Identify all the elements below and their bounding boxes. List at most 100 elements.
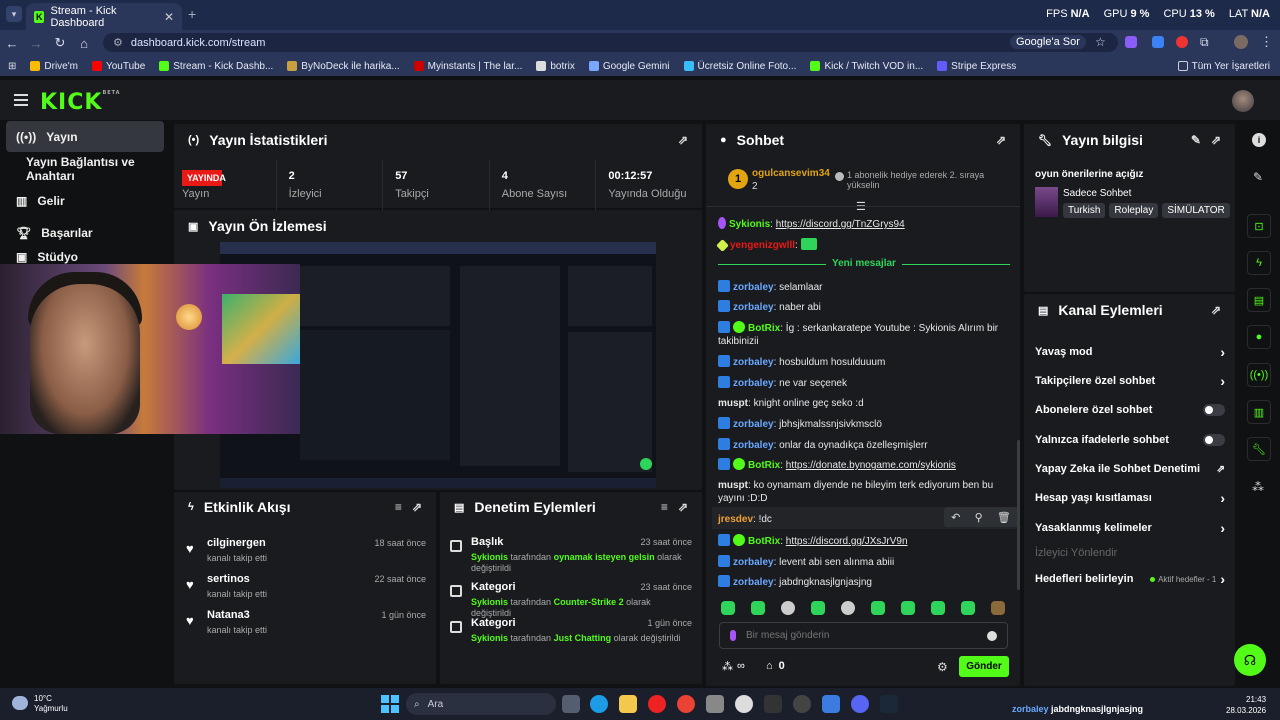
tag-chip[interactable]: Roleplay (1109, 203, 1159, 218)
filter-icon[interactable]: ≡ (395, 500, 402, 514)
site-info-icon[interactable]: ⚙ (113, 36, 123, 49)
hamburger-menu-icon[interactable] (14, 94, 28, 106)
emote-button[interactable] (991, 601, 1005, 615)
sidebar-item-gelir[interactable]: ▥ Gelir (6, 185, 164, 216)
edit-pencil-icon[interactable]: ✎ (1191, 133, 1201, 147)
chat-input-box[interactable] (719, 622, 1008, 649)
points-indicator[interactable]: ⁂ ∞ (722, 660, 745, 673)
bookmark-vod[interactable]: Kick / Twitch VOD in... (810, 61, 923, 72)
home-icon[interactable]: ⌂ (72, 36, 96, 51)
popout-icon[interactable]: ⇗ (412, 500, 422, 514)
pin-icon[interactable]: ⚲ (975, 511, 983, 524)
tag-chip[interactable]: Turkish (1063, 203, 1106, 218)
rail-more-icon[interactable]: ⁂ (1252, 480, 1264, 494)
bookmark-stripe[interactable]: Stripe Express (937, 61, 1016, 72)
emote-button[interactable] (961, 601, 975, 615)
emote-button[interactable] (841, 601, 855, 615)
action-slow-mode[interactable]: Yavaş mod › (1035, 342, 1225, 362)
sidebar-item-stream-key[interactable]: Yayın Bağlantısı ve Anahtarı (6, 153, 164, 184)
action-goals[interactable]: Hedefleri belirleyin Aktif hedefler - 1 … (1035, 569, 1225, 589)
rail-crop-icon[interactable]: ⊡ (1247, 214, 1271, 238)
action-ai-moderation[interactable]: Yapay Zeka ile Sohbet Denetimi ⇗ (1035, 459, 1225, 479)
rail-chat-icon[interactable]: ● (1247, 325, 1271, 349)
action-account-age[interactable]: Hesap yaşı kısıtlaması › (1035, 488, 1225, 508)
back-icon[interactable]: ← (0, 36, 24, 51)
apps-grid-icon[interactable]: ⊞ (8, 61, 16, 72)
app-icon[interactable] (764, 695, 782, 713)
reply-icon[interactable]: ↶ (951, 511, 960, 524)
category-name[interactable]: Sadece Sohbet (1063, 188, 1131, 199)
bookmark-myinstants[interactable]: Myinstants | The lar... (413, 61, 522, 72)
support-headset-button[interactable]: ☊ (1234, 644, 1266, 676)
bookmark-kick[interactable]: Stream - Kick Dashb... (159, 61, 273, 72)
bookmark-foto[interactable]: Ücretsiz Online Foto... (683, 61, 796, 72)
popout-icon[interactable]: ⇗ (678, 133, 688, 147)
bookmark-drive[interactable]: Drive'm (30, 61, 78, 72)
chatgpt-icon[interactable] (735, 695, 753, 713)
tag-chip[interactable]: SİMÜLATOR (1162, 203, 1230, 218)
popout-icon[interactable]: ⇗ (1211, 133, 1221, 147)
info-icon[interactable]: i (1252, 133, 1266, 147)
chrome-icon[interactable] (677, 695, 695, 713)
emote-button[interactable] (721, 601, 735, 615)
tab-search-icon[interactable]: ▾ (6, 6, 22, 22)
forward-icon[interactable]: → (24, 36, 48, 51)
bookmark-botrix[interactable]: botrix (536, 61, 575, 72)
sidebar-item-basarilar[interactable]: 🏆︎ Başarılar (6, 217, 164, 248)
bookmark-gemini[interactable]: Google Gemini (588, 61, 670, 72)
popout-icon[interactable]: ⇗ (996, 133, 1006, 147)
bookmark-bynodeck[interactable]: ByNoDeck ile harika... (287, 61, 400, 72)
extension-shield-icon[interactable] (1152, 36, 1164, 48)
address-bar[interactable]: ⚙ dashboard.kick.com/stream (103, 33, 1118, 52)
browser-menu-icon[interactable]: ⋮ (1260, 34, 1273, 50)
settings-icon[interactable] (706, 695, 724, 713)
emoji-icon[interactable] (987, 630, 997, 641)
clock[interactable]: 21:43 28.03.2026 (1226, 694, 1266, 716)
new-tab-icon[interactable]: + (188, 6, 196, 22)
rail-broadcast-icon[interactable]: ((•)) (1247, 363, 1271, 387)
google-sor-button[interactable]: Google'a Sor (1010, 35, 1086, 49)
app-icon[interactable] (822, 695, 840, 713)
emote-button[interactable] (931, 601, 945, 615)
taskbar-search[interactable]: ⌕ Ara (406, 693, 556, 715)
all-bookmarks[interactable]: Tüm Yer İşaretleri (1177, 61, 1270, 72)
sidebar-item-yayin[interactable]: ((•)) Yayın (6, 121, 164, 152)
rail-bolt-icon[interactable]: ϟ (1247, 251, 1271, 275)
close-tab-icon[interactable]: ✕ (164, 10, 174, 24)
chat-input[interactable] (746, 630, 977, 641)
weather-widget[interactable]: 10°C Yağmurlu (34, 694, 68, 714)
edit-icon[interactable]: ✎ (1253, 170, 1263, 184)
emote-button[interactable] (901, 601, 915, 615)
gift-count[interactable]: ⌂ 0 (766, 660, 785, 672)
profile-avatar[interactable] (1234, 35, 1248, 49)
emote-only-toggle[interactable] (1203, 434, 1225, 446)
reload-icon[interactable]: ↻ (48, 35, 72, 51)
opera-icon[interactable] (648, 695, 666, 713)
user-avatar[interactable] (1232, 90, 1254, 112)
action-banned-words[interactable]: Yasaklanmış kelimeler › (1035, 518, 1225, 538)
leaderboard-user[interactable]: ogulcansevim34 (752, 168, 830, 179)
chat-scrollbar[interactable] (1017, 440, 1020, 590)
browser-tab[interactable]: K Stream - Kick Dashboard ✕ (26, 3, 182, 30)
action-followers-only[interactable]: Takipçilere özel sohbet › (1035, 371, 1225, 391)
start-button[interactable] (381, 695, 399, 713)
extensions-icon[interactable]: ⧉ (1200, 35, 1209, 50)
steam-icon[interactable] (880, 695, 898, 713)
emote-button[interactable] (781, 601, 795, 615)
bookmark-youtube[interactable]: YouTube (91, 61, 145, 72)
filter-icon[interactable]: ≡ (661, 500, 668, 514)
rail-doc-icon[interactable]: ▤ (1247, 288, 1271, 312)
emote-button[interactable] (871, 601, 885, 615)
obs-icon[interactable] (793, 695, 811, 713)
edge-icon[interactable] (590, 695, 608, 713)
mic-icon[interactable] (730, 630, 736, 641)
extension-pen-icon[interactable] (1125, 36, 1137, 48)
send-button[interactable]: Gönder (959, 656, 1009, 677)
subs-only-toggle[interactable] (1203, 404, 1225, 416)
extension-record-icon[interactable] (1176, 36, 1188, 48)
bookmark-star-icon[interactable]: ☆ (1095, 35, 1106, 49)
taskview-icon[interactable] (562, 695, 580, 713)
rail-wrench-icon[interactable]: 🔧︎ (1247, 437, 1271, 461)
explorer-icon[interactable] (619, 695, 637, 713)
rail-actions-icon[interactable]: ▥ (1247, 400, 1271, 424)
